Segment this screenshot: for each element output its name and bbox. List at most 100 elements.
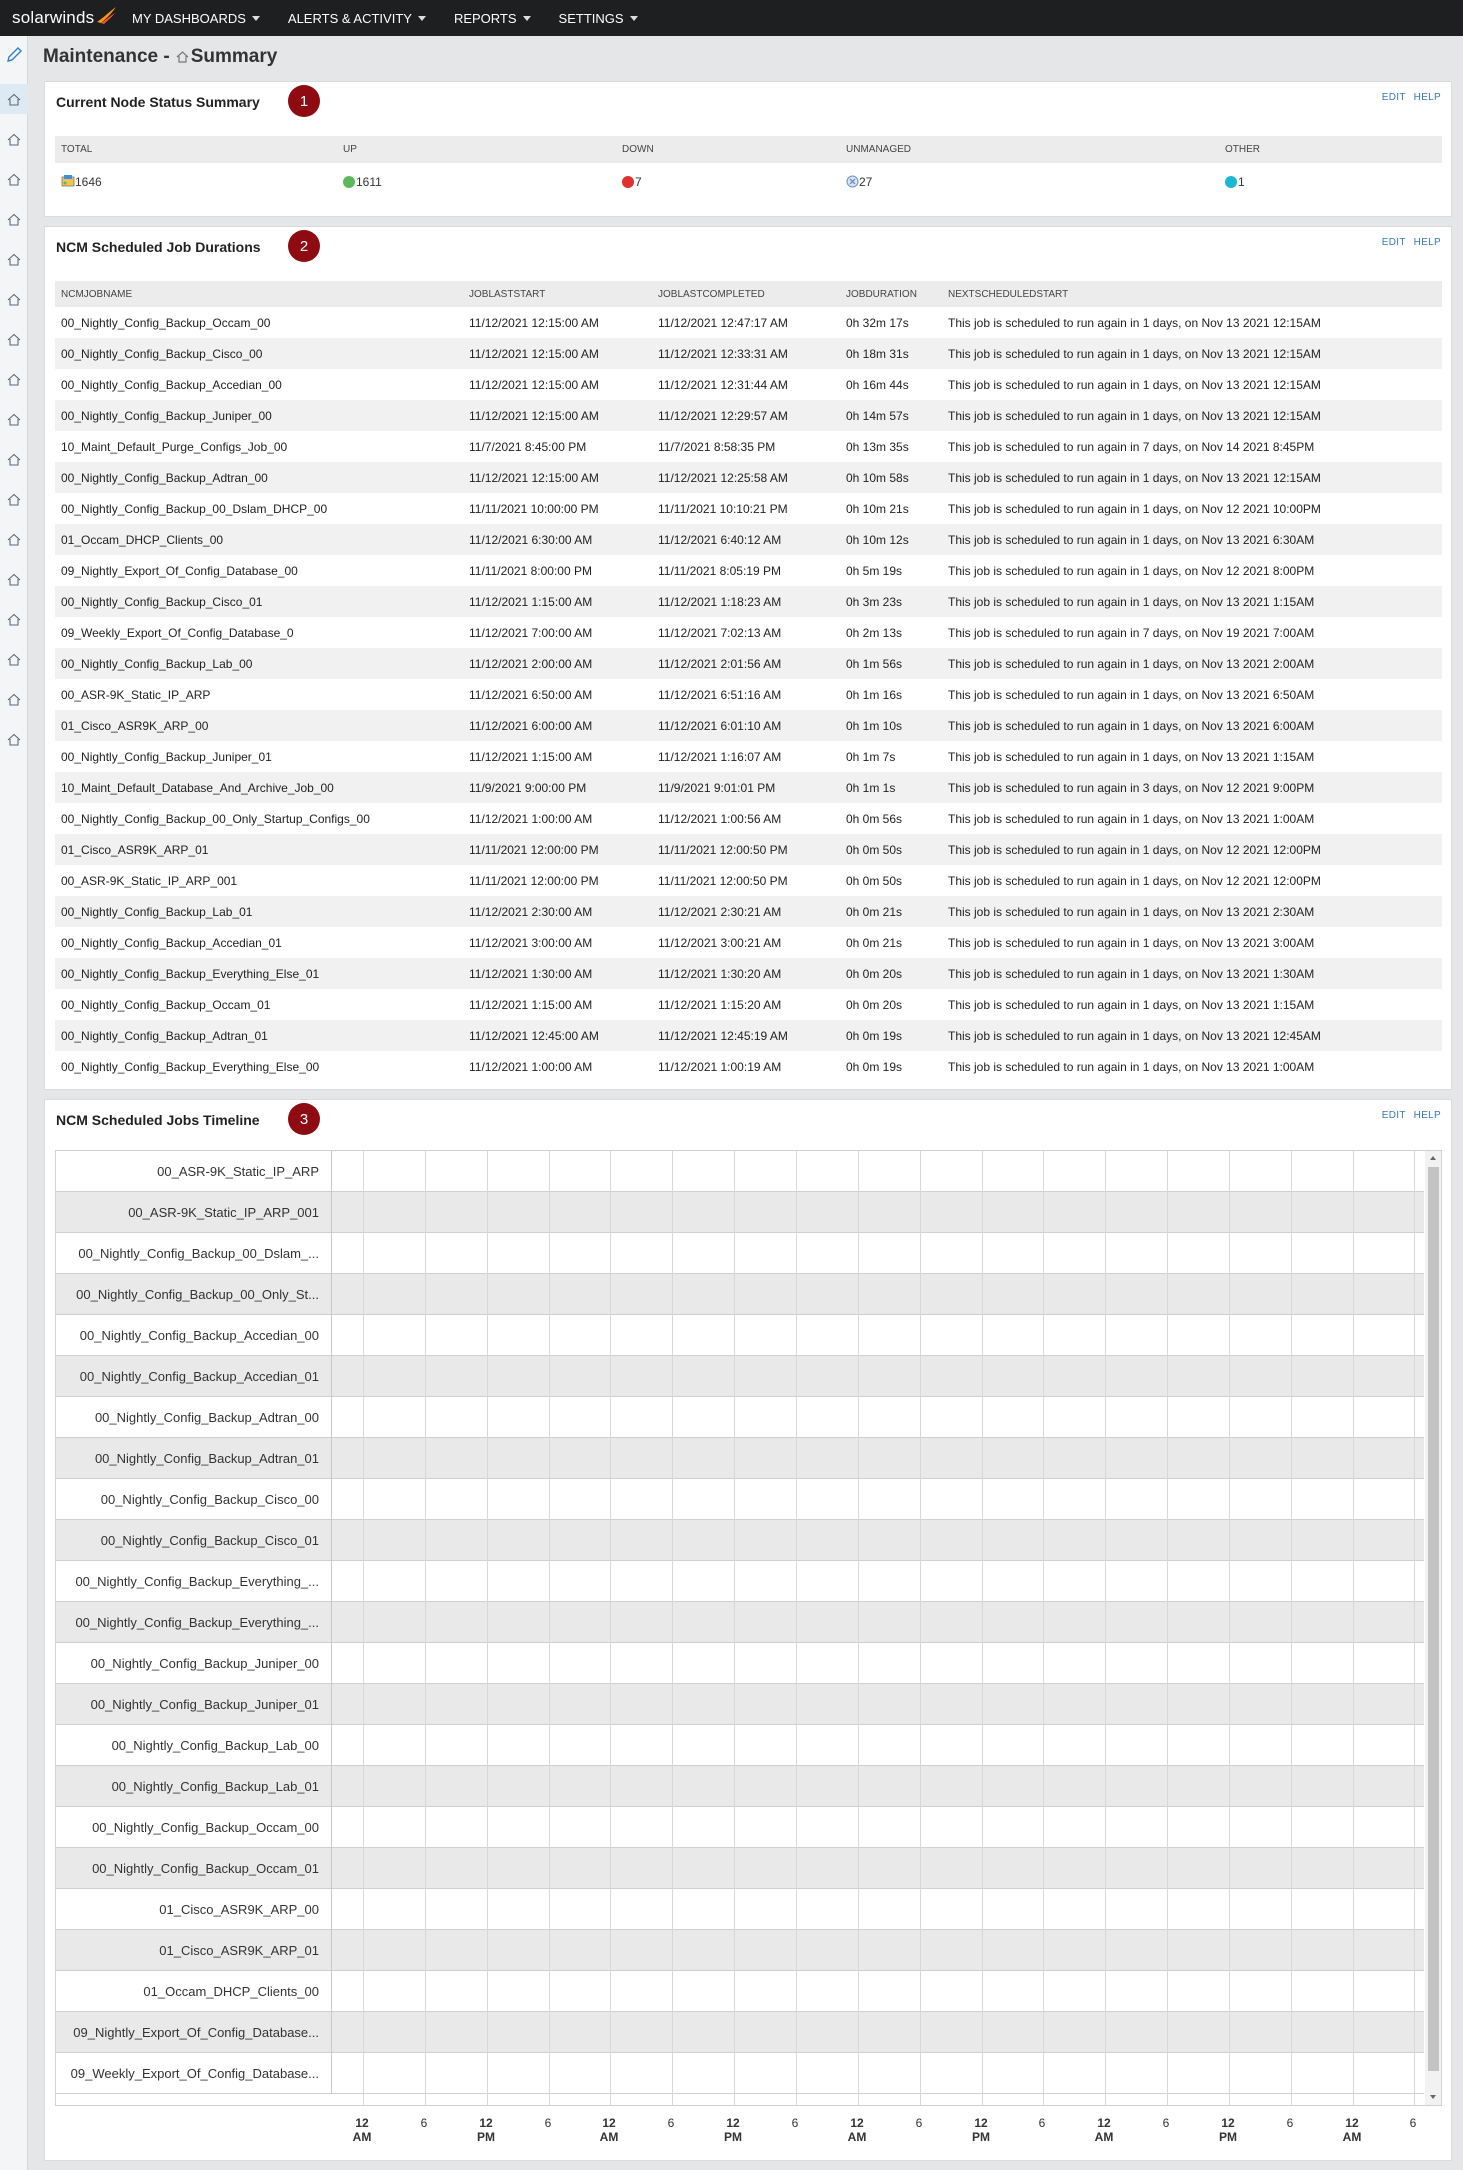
rail-dashboard-home-icon[interactable]: [0, 124, 28, 154]
rail-dashboard-home-icon[interactable]: [0, 164, 28, 194]
nav-reports[interactable]: REPORTS: [454, 0, 553, 36]
rail-dashboard-home-icon[interactable]: [0, 284, 28, 314]
table-row[interactable]: 09_Nightly_Export_Of_Config_Database_00 1…: [55, 555, 1442, 586]
job-name-cell[interactable]: 00_Nightly_Config_Backup_Everything_Else…: [61, 1060, 319, 1074]
table-row[interactable]: 00_Nightly_Config_Backup_Everything_Else…: [55, 958, 1442, 989]
duration-cell: 0h 1m 10s: [846, 719, 903, 733]
table-row[interactable]: 00_Nightly_Config_Backup_Accedian_00 11/1…: [55, 369, 1442, 400]
header-jobname[interactable]: NCMJOBNAME: [61, 289, 132, 300]
table-row[interactable]: 10_Maint_Default_Purge_Configs_Job_00 11/…: [55, 431, 1442, 462]
table-row[interactable]: 00_ASR-9K_Static_IP_ARP_001 11/11/2021 12…: [55, 865, 1442, 896]
table-row[interactable]: 00_Nightly_Config_Backup_Occam_00 11/12/2…: [55, 307, 1442, 338]
rail-dashboard-home-icon[interactable]: [0, 404, 28, 434]
nav-alerts-activity[interactable]: ALERTS & ACTIVITY: [288, 0, 448, 36]
header-lastcompleted[interactable]: JOBLASTCOMPLETED: [658, 289, 765, 300]
job-name-cell[interactable]: 00_Nightly_Config_Backup_Occam_01: [61, 998, 270, 1012]
nav-my-dashboards[interactable]: MY DASHBOARDS: [132, 0, 282, 36]
table-row[interactable]: 00_Nightly_Config_Backup_Lab_00 11/12/202…: [55, 648, 1442, 679]
help-link[interactable]: HELP: [1414, 237, 1441, 248]
help-link[interactable]: HELP: [1414, 1110, 1441, 1121]
job-name-cell[interactable]: 00_ASR-9K_Static_IP_ARP: [61, 688, 210, 702]
header-nextstart[interactable]: NEXTSCHEDULEDSTART: [948, 289, 1068, 300]
job-name-cell[interactable]: 00_Nightly_Config_Backup_00_Dslam_DHCP_0…: [61, 502, 327, 516]
rail-dashboard-home-icon[interactable]: [0, 484, 28, 514]
table-row[interactable]: 01_Cisco_ASR9K_ARP_00 11/12/2021 6:00:00 …: [55, 710, 1442, 741]
table-row[interactable]: 00_Nightly_Config_Backup_00_Dslam_DHCP_0…: [55, 493, 1442, 524]
job-name-cell[interactable]: 10_Maint_Default_Purge_Configs_Job_00: [61, 440, 287, 454]
table-row[interactable]: 00_Nightly_Config_Backup_Lab_01 11/12/202…: [55, 896, 1442, 927]
rail-dashboard-home-icon[interactable]: [0, 524, 28, 554]
table-row[interactable]: 09_Weekly_Export_Of_Config_Database_0 11/…: [55, 617, 1442, 648]
table-row[interactable]: 00_Nightly_Config_Backup_Juniper_00 11/12…: [55, 400, 1442, 431]
job-name-cell[interactable]: 00_Nightly_Config_Backup_Accedian_00: [61, 378, 282, 392]
table-row[interactable]: 00_ASR-9K_Static_IP_ARP 11/12/2021 6:50:0…: [55, 679, 1442, 710]
scroll-down-icon[interactable]: [1430, 2095, 1436, 2099]
pencil-icon[interactable]: [5, 46, 23, 64]
job-name-cell[interactable]: 00_Nightly_Config_Backup_Accedian_01: [61, 936, 282, 950]
table-row[interactable]: 00_Nightly_Config_Backup_Adtran_01 11/12/…: [55, 1020, 1442, 1051]
timeline-row: 00_ASR-9K_Static_IP_ARP: [56, 1151, 1424, 1192]
axis-tick-meridiem: AM: [1342, 2130, 1362, 2144]
job-name-cell[interactable]: 00_ASR-9K_Static_IP_ARP_001: [61, 874, 237, 888]
timeline-scrollbar[interactable]: [1425, 1151, 1441, 2105]
rail-dashboard-home-icon[interactable]: [0, 444, 28, 474]
job-name-cell[interactable]: 00_Nightly_Config_Backup_Cisco_01: [61, 595, 262, 609]
job-name-cell[interactable]: 00_Nightly_Config_Backup_Cisco_00: [61, 347, 262, 361]
table-row[interactable]: 10_Maint_Default_Database_And_Archive_Jo…: [55, 772, 1442, 803]
table-row[interactable]: 00_Nightly_Config_Backup_Occam_01 11/12/2…: [55, 989, 1442, 1020]
header-laststart[interactable]: JOBLASTSTART: [469, 289, 545, 300]
table-row[interactable]: 00_Nightly_Config_Backup_00_Only_Startup…: [55, 803, 1442, 834]
job-name-cell[interactable]: 00_Nightly_Config_Backup_Occam_00: [61, 316, 270, 330]
other-value[interactable]: 1: [1225, 175, 1245, 189]
table-row[interactable]: 00_Nightly_Config_Backup_Accedian_01 11/1…: [55, 927, 1442, 958]
next-start-cell: This job is scheduled to run again in 1 …: [948, 657, 1315, 671]
nav-settings[interactable]: SETTINGS: [559, 0, 660, 36]
table-row[interactable]: 01_Occam_DHCP_Clients_00 11/12/2021 6:30:…: [55, 524, 1442, 555]
rail-dashboard-home-icon[interactable]: [0, 204, 28, 234]
rail-dashboard-home-icon[interactable]: [0, 244, 28, 274]
scroll-up-icon[interactable]: [1430, 1156, 1436, 1160]
scroll-thumb[interactable]: [1428, 1167, 1439, 2071]
unmanaged-value[interactable]: 27: [846, 175, 872, 189]
timeline-label-divider: [331, 1889, 332, 1930]
edit-link[interactable]: EDIT: [1382, 1110, 1406, 1121]
rail-dashboard-home-icon[interactable]: [0, 364, 28, 394]
down-value[interactable]: 7: [622, 175, 642, 189]
rail-dashboard-home-icon[interactable]: [0, 644, 28, 674]
table-row[interactable]: 00_Nightly_Config_Backup_Adtran_00 11/12/…: [55, 462, 1442, 493]
table-row[interactable]: 00_Nightly_Config_Backup_Juniper_01 11/12…: [55, 741, 1442, 772]
edit-link[interactable]: EDIT: [1382, 92, 1406, 103]
job-name-cell[interactable]: 00_Nightly_Config_Backup_Juniper_00: [61, 409, 272, 423]
total-value[interactable]: 1646: [61, 174, 102, 189]
job-name-cell[interactable]: 00_Nightly_Config_Backup_Juniper_01: [61, 750, 272, 764]
job-name-cell[interactable]: 01_Cisco_ASR9K_ARP_00: [61, 719, 208, 733]
rail-dashboard-home-icon[interactable]: [0, 564, 28, 594]
timeline-row: 09_Weekly_Export_Of_Config_Database...: [56, 2053, 1424, 2094]
up-value[interactable]: 1611: [343, 175, 382, 189]
job-name-cell[interactable]: 10_Maint_Default_Database_And_Archive_Jo…: [61, 781, 334, 795]
job-name-cell[interactable]: 00_Nightly_Config_Backup_00_Only_Startup…: [61, 812, 370, 826]
job-name-cell[interactable]: 00_Nightly_Config_Backup_Lab_01: [61, 905, 252, 919]
rail-dashboard-home-icon[interactable]: [0, 684, 28, 714]
solarwinds-logo[interactable]: solarwinds: [0, 7, 132, 28]
job-name-cell[interactable]: 01_Cisco_ASR9K_ARP_01: [61, 843, 208, 857]
edit-link[interactable]: EDIT: [1382, 237, 1406, 248]
rail-dashboard-home-icon[interactable]: [0, 724, 28, 754]
job-name-cell[interactable]: 01_Occam_DHCP_Clients_00: [61, 533, 223, 547]
rail-dashboard-home-icon[interactable]: [0, 324, 28, 354]
job-name-cell[interactable]: 00_Nightly_Config_Backup_Everything_Else…: [61, 967, 319, 981]
table-row[interactable]: 00_Nightly_Config_Backup_Everything_Else…: [55, 1051, 1442, 1082]
rail-dashboard-home-icon[interactable]: [0, 604, 28, 634]
job-name-cell[interactable]: 00_Nightly_Config_Backup_Lab_00: [61, 657, 252, 671]
job-name-cell[interactable]: 00_Nightly_Config_Backup_Adtran_01: [61, 1029, 268, 1043]
table-row[interactable]: 00_Nightly_Config_Backup_Cisco_00 11/12/2…: [55, 338, 1442, 369]
job-name-cell[interactable]: 09_Nightly_Export_Of_Config_Database_00: [61, 564, 298, 578]
job-name-cell[interactable]: 00_Nightly_Config_Backup_Adtran_00: [61, 471, 268, 485]
table-row[interactable]: 00_Nightly_Config_Backup_Cisco_01 11/12/2…: [55, 586, 1442, 617]
header-duration[interactable]: JOBDURATION: [846, 289, 917, 300]
rail-dashboard-home-icon[interactable]: [0, 84, 28, 114]
table-row[interactable]: 01_Cisco_ASR9K_ARP_01 11/11/2021 12:00:00…: [55, 834, 1442, 865]
job-name-cell[interactable]: 09_Weekly_Export_Of_Config_Database_0: [61, 626, 294, 640]
caret-down-icon: [522, 15, 531, 21]
help-link[interactable]: HELP: [1414, 92, 1441, 103]
